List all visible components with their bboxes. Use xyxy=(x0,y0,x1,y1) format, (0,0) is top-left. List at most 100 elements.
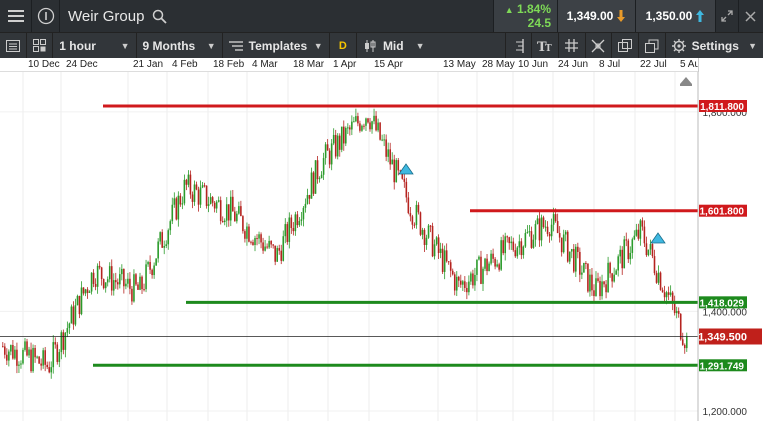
candle-body xyxy=(643,226,646,244)
candle-body xyxy=(345,127,347,144)
candle-body xyxy=(601,281,603,297)
candle-body xyxy=(577,246,579,252)
symbol-name: Weir Group xyxy=(68,7,145,25)
chevron-down-icon: ▼ xyxy=(206,40,216,51)
close-button[interactable] xyxy=(739,0,762,32)
level-label: 1,601.800 xyxy=(700,207,745,218)
expand-button[interactable] xyxy=(716,0,739,32)
candle-body xyxy=(536,218,539,225)
window-button[interactable] xyxy=(639,33,666,58)
layout-button[interactable] xyxy=(27,33,54,58)
candle-body xyxy=(369,122,371,130)
candle-body xyxy=(310,172,313,199)
candle-body xyxy=(560,237,563,253)
price-chart[interactable]: 1,800.0001,400.0001,200.0001,811.8001,60… xyxy=(0,72,763,421)
candle-body xyxy=(657,272,660,283)
candle-body xyxy=(585,262,587,264)
candle-body xyxy=(286,224,289,242)
sell-price: 1,349.00 xyxy=(566,9,614,23)
candle-body xyxy=(68,323,71,329)
candle-body xyxy=(280,250,283,261)
candle-body xyxy=(54,342,57,345)
price-tick-label: 1,200.000 xyxy=(703,407,748,418)
hamburger-icon xyxy=(7,10,24,22)
candle-body xyxy=(201,185,204,188)
grid-button[interactable] xyxy=(559,33,586,58)
price-mode-value: Mid xyxy=(382,38,404,53)
candle-body xyxy=(96,265,99,287)
candle-body xyxy=(397,160,400,171)
candle-body xyxy=(357,116,359,124)
candle-body xyxy=(229,196,232,221)
candle-body xyxy=(347,127,349,129)
price-mode-select[interactable]: Mid ▼ xyxy=(357,33,506,58)
candle-body xyxy=(669,292,672,295)
candle-body xyxy=(480,256,482,284)
candle-body xyxy=(619,249,621,257)
candle-body xyxy=(207,204,210,207)
candle-body xyxy=(328,150,331,165)
range-select[interactable]: 9 Months ▼ xyxy=(137,33,223,58)
menu-button[interactable] xyxy=(0,0,32,32)
candle-body xyxy=(381,139,383,141)
symbol-search[interactable]: Weir Group xyxy=(60,0,494,32)
candle-body xyxy=(50,367,53,373)
settings-button[interactable]: Settings ▼ xyxy=(666,33,763,58)
interval-select[interactable]: 1 hour ▼ xyxy=(53,33,137,58)
candle-body xyxy=(570,249,573,252)
templates-select[interactable]: Templates ▼ xyxy=(223,33,330,58)
candle-body xyxy=(223,220,226,223)
candle-body xyxy=(16,349,18,366)
candle-body xyxy=(514,250,517,257)
text-tool-button[interactable]: T T xyxy=(532,33,560,58)
candle-body xyxy=(312,172,315,194)
candle-body xyxy=(548,233,551,237)
candle-body xyxy=(677,310,680,314)
candle-body xyxy=(90,272,93,292)
candle-body xyxy=(187,174,190,185)
candle-body xyxy=(631,239,634,253)
level-label: 1,811.800 xyxy=(700,102,744,113)
grid-layout-icon xyxy=(32,39,46,52)
candle-body xyxy=(58,352,61,362)
candle-body xyxy=(284,224,287,237)
draw-button[interactable] xyxy=(506,33,533,58)
candle-body xyxy=(389,149,391,165)
candle-body xyxy=(157,241,159,259)
search-icon[interactable] xyxy=(152,9,168,24)
candle-body xyxy=(613,274,615,282)
candle-body xyxy=(550,224,553,237)
d-marker-button[interactable]: D xyxy=(330,33,357,58)
settings-label: Settings xyxy=(691,38,739,53)
candle-body xyxy=(165,244,168,247)
chart-list-button[interactable] xyxy=(0,33,27,58)
candle-body xyxy=(575,246,577,272)
date-tick-label: 18 Mar xyxy=(293,59,325,70)
candle-body xyxy=(635,229,638,236)
buy-button[interactable]: 1,350.00 xyxy=(636,0,716,32)
candle-body xyxy=(435,237,438,245)
candle-body xyxy=(528,231,531,233)
candle-body xyxy=(627,240,630,260)
candle-body xyxy=(108,266,111,280)
candle-body xyxy=(66,328,69,333)
candle-body xyxy=(252,242,254,246)
candle-body xyxy=(591,274,593,291)
tools-button[interactable] xyxy=(586,33,613,58)
candle-body xyxy=(30,349,32,372)
info-button[interactable] xyxy=(32,0,60,32)
candle-body xyxy=(375,115,377,131)
candle-body xyxy=(36,356,38,358)
candle-body xyxy=(240,206,242,217)
candle-body xyxy=(139,276,141,290)
candle-body xyxy=(351,121,353,130)
sell-arrow-icon xyxy=(617,10,626,22)
candle-body xyxy=(522,246,525,256)
candle-body xyxy=(264,246,266,251)
candle-body xyxy=(129,278,131,289)
candle-body xyxy=(661,289,664,293)
snapshot-button[interactable] xyxy=(612,33,639,58)
candle-body xyxy=(504,236,506,254)
expand-icon xyxy=(721,10,733,22)
sell-button[interactable]: 1,349.00 xyxy=(558,0,636,32)
